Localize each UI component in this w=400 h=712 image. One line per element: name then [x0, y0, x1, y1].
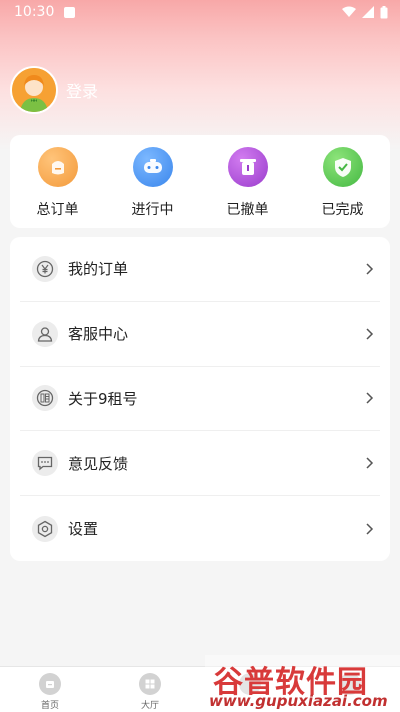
watermark: 谷普软件园 www.gupuxiazai.com — [205, 655, 400, 712]
menu-label: 关于9租号 — [68, 389, 138, 408]
user-icon — [32, 320, 58, 347]
nav-label: 大厅 — [140, 701, 159, 711]
status-time: 10:30 — [14, 4, 55, 20]
order-label: 进行中 — [131, 202, 174, 218]
chevron-right-icon — [366, 457, 374, 469]
settings-icon — [32, 515, 58, 542]
trash-icon — [227, 147, 268, 187]
order-item-all[interactable]: 总订单 — [10, 135, 105, 228]
order-item-completed[interactable]: 已完成 — [295, 135, 390, 228]
nav-label: 首页 — [40, 701, 59, 711]
menu-item-my-orders[interactable]: 我的订单 — [20, 237, 380, 302]
signal-icon — [362, 6, 374, 18]
bag-icon — [37, 147, 78, 187]
menu-list: 我的订单 客服中心 关于9租号 意见反馈 设置 — [10, 237, 390, 561]
chevron-right-icon — [366, 263, 374, 275]
zu-icon — [32, 385, 58, 412]
menu-label: 我的订单 — [68, 260, 129, 279]
home-icon — [39, 673, 61, 695]
wifi-icon — [342, 6, 356, 17]
watermark-url: www.gupuxiazai.com — [209, 692, 388, 710]
shield-check-icon — [322, 147, 363, 187]
chevron-right-icon — [366, 523, 374, 535]
menu-label: 客服中心 — [68, 325, 129, 344]
status-bar: 10:30 — [0, 0, 400, 24]
menu-item-settings[interactable]: 设置 — [20, 496, 380, 561]
order-label: 总订单 — [36, 202, 79, 218]
yuan-icon — [32, 255, 58, 282]
grid-icon — [139, 673, 161, 695]
profile-section[interactable]: 登录 — [10, 66, 98, 114]
order-item-cancelled[interactable]: 已撤单 — [200, 135, 295, 228]
order-label: 已完成 — [321, 202, 364, 218]
order-status-card: 总订单 进行中 已撤单 已完成 — [10, 135, 390, 228]
login-link[interactable]: 登录 — [66, 78, 98, 102]
avatar-icon — [12, 68, 56, 112]
menu-label: 设置 — [68, 520, 99, 539]
order-item-in-progress[interactable]: 进行中 — [105, 135, 200, 228]
notification-icon — [64, 6, 76, 18]
nav-tab-hall[interactable]: 大厅 — [100, 667, 200, 712]
menu-item-customer-service[interactable]: 客服中心 — [20, 302, 380, 367]
menu-item-feedback[interactable]: 意见反馈 — [20, 431, 380, 497]
battery-icon — [380, 5, 388, 18]
nav-tab-home[interactable]: 首页 — [0, 667, 100, 712]
order-label: 已撤单 — [226, 202, 269, 218]
avatar[interactable] — [10, 66, 58, 114]
menu-item-about[interactable]: 关于9租号 — [20, 367, 380, 432]
chevron-right-icon — [366, 392, 374, 405]
gamepad-icon — [132, 147, 173, 187]
chevron-right-icon — [366, 328, 374, 340]
chat-icon — [32, 450, 58, 477]
menu-label: 意见反馈 — [68, 454, 129, 473]
